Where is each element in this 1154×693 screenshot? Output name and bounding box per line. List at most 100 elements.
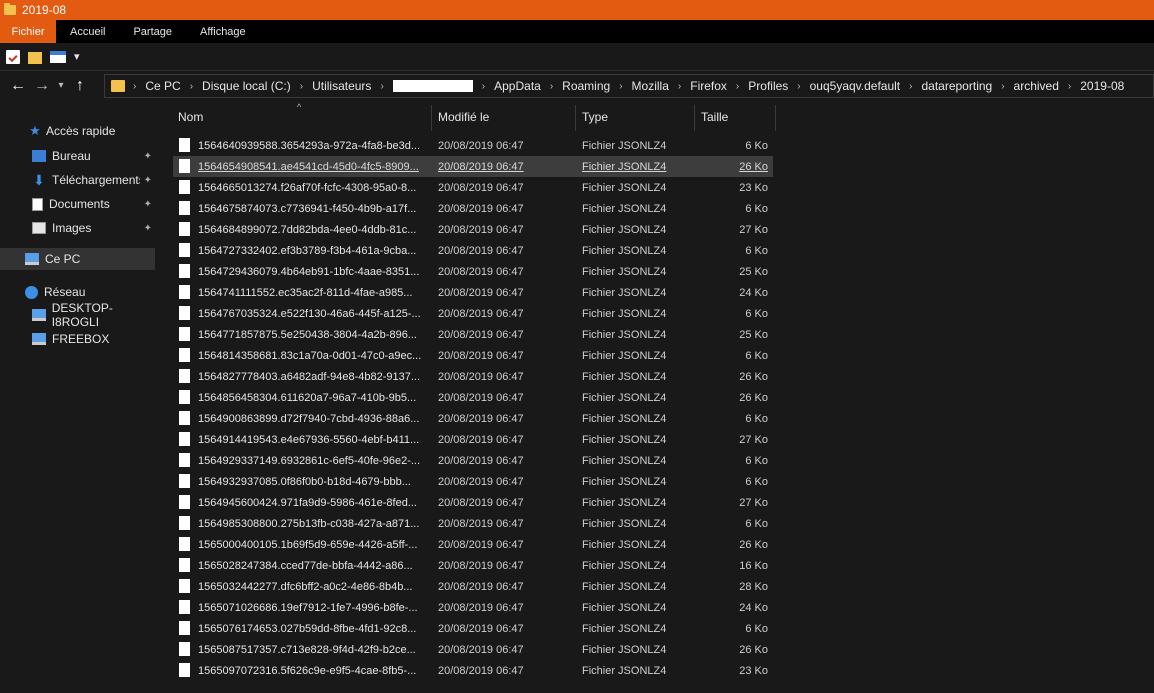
file-list-pane: ^ Nom Modifié le Type Taille 15646409395… <box>158 100 1154 693</box>
file-row[interactable]: 1564945600424.971fa9d9-5986-461e-8fed...… <box>173 492 773 513</box>
file-row[interactable]: 1564914419543.e4e67936-5560-4ebf-b411...… <box>173 429 773 450</box>
nav-quick-access[interactable]: ★ Accès rapide <box>0 120 158 142</box>
breadcrumb-mozilla[interactable]: Mozilla <box>632 79 669 93</box>
nav-bureau[interactable]: Bureau ✦ <box>0 145 158 167</box>
network-icon <box>25 285 38 299</box>
file-row[interactable]: 1564814358681.83c1a70a-0d01-47c0-a9ec...… <box>173 345 773 366</box>
nav-documents[interactable]: Documents ✦ <box>0 193 158 215</box>
file-type: Fichier JSONLZ4 <box>582 349 667 362</box>
file-modified-date: 20/08/2019 06:47 <box>438 370 524 383</box>
file-row[interactable]: 1564932937085.0f86f0b0-b18d-4679-bbb... 2… <box>173 471 773 492</box>
tab-affichage[interactable]: Affichage <box>186 20 260 43</box>
file-size: 6 Ko <box>745 139 768 152</box>
file-row[interactable]: 1565071026686.19ef7912-1fe7-4996-b8fe-..… <box>173 597 773 618</box>
breadcrumb-2019-08[interactable]: 2019-08 <box>1080 79 1124 93</box>
breadcrumb-firefox[interactable]: Firefox <box>690 79 727 93</box>
chevron-right-icon[interactable]: › <box>736 81 739 92</box>
file-row[interactable]: 1565028247384.cced77de-bbfa-4442-a86... 2… <box>173 555 773 576</box>
file-row[interactable]: 1564741111552.ec35ac2f-811d-4fae-a985...… <box>173 282 773 303</box>
file-row[interactable]: 1564929337149.6932861c-6ef5-40fe-96e2-..… <box>173 450 773 471</box>
file-row[interactable]: 1564640939588.3654293a-972a-4fa8-be3d...… <box>173 135 773 156</box>
chevron-right-icon[interactable]: › <box>909 81 912 92</box>
column-header-modified[interactable]: Modifié le <box>433 105 576 131</box>
file-size: 26 Ko <box>739 643 768 656</box>
column-header-size[interactable]: Taille <box>696 105 776 131</box>
chevron-right-icon[interactable]: › <box>1068 81 1071 92</box>
breadcrumb-archived[interactable]: archived <box>1014 79 1059 93</box>
new-folder-icon[interactable] <box>28 51 42 64</box>
file-modified-date: 20/08/2019 06:47 <box>438 601 524 614</box>
file-modified-date: 20/08/2019 06:47 <box>438 559 524 572</box>
file-row[interactable]: 1564985308800.275b13fb-c038-427a-a871...… <box>173 513 773 534</box>
breadcrumb-roaming[interactable]: Roaming <box>562 79 610 93</box>
file-name: 1565087517357.c713e828-9f4d-42f9-b2ce... <box>198 643 416 656</box>
file-size: 25 Ko <box>739 265 768 278</box>
nav-label: Ce PC <box>45 252 81 266</box>
file-size: 6 Ko <box>745 475 768 488</box>
file-row[interactable]: 1564675874073.c7736941-f450-4b9b-a17f...… <box>173 198 773 219</box>
recent-locations-chevron-icon[interactable]: ▾ <box>54 72 68 100</box>
breadcrumb-appdata[interactable]: AppData <box>494 79 541 93</box>
file-type: Fichier JSONLZ4 <box>582 664 667 677</box>
tab-partage[interactable]: Partage <box>119 20 186 43</box>
file-row[interactable]: 1564684899072.7dd82bda-4ee0-4ddb-81c... 2… <box>173 219 773 240</box>
tab-fichier[interactable]: Fichier <box>0 20 56 43</box>
nav-label: Documents <box>49 197 110 211</box>
file-row[interactable]: 1565032442277.dfc6bff2-a0c2-4e86-8b4b...… <box>173 576 773 597</box>
chevron-right-icon[interactable]: › <box>619 81 622 92</box>
breadcrumb-datareporting[interactable]: datareporting <box>921 79 992 93</box>
breadcrumb-profile[interactable]: ouq5yaqv.default <box>810 79 901 93</box>
nav-images[interactable]: Images ✦ <box>0 217 158 239</box>
chevron-right-icon[interactable]: › <box>190 81 193 92</box>
chevron-right-icon[interactable]: › <box>133 81 136 92</box>
file-row[interactable]: 1564729436079.4b64eb91-1bfc-4aae-8351...… <box>173 261 773 282</box>
breadcrumb-disque-local[interactable]: Disque local (C:) <box>202 79 291 93</box>
nav-ce-pc[interactable]: Ce PC <box>0 248 155 270</box>
file-row[interactable]: 1565000400105.1b69f5d9-659e-4426-a5ff-..… <box>173 534 773 555</box>
file-size: 26 Ko <box>739 370 768 383</box>
file-name: 1564827778403.a6482adf-94e8-4b82-9137... <box>198 370 421 383</box>
file-size: 6 Ko <box>745 517 768 530</box>
column-header-type[interactable]: Type <box>577 105 695 131</box>
chevron-right-icon[interactable]: › <box>482 81 485 92</box>
up-arrow-icon[interactable]: ↑ <box>68 72 92 100</box>
nav-freebox[interactable]: FREEBOX <box>0 328 158 350</box>
file-name: 1564665013274.f26af70f-fcfc-4308-95a0-8.… <box>198 181 417 194</box>
file-row[interactable]: 1565087517357.c713e828-9f4d-42f9-b2ce...… <box>173 639 773 660</box>
file-size: 6 Ko <box>745 622 768 635</box>
chevron-right-icon[interactable]: › <box>300 81 303 92</box>
chevron-right-icon[interactable]: › <box>380 81 383 92</box>
chevron-right-icon[interactable]: › <box>1001 81 1004 92</box>
back-arrow-icon[interactable]: ← <box>6 72 30 100</box>
breadcrumb-utilisateurs[interactable]: Utilisateurs <box>312 79 371 93</box>
file-row[interactable]: 1564771857875.5e250438-3804-4a2b-896... 2… <box>173 324 773 345</box>
chevron-right-icon[interactable]: › <box>797 81 800 92</box>
forward-arrow-icon[interactable]: → <box>30 72 54 100</box>
tab-accueil[interactable]: Accueil <box>56 20 119 43</box>
column-header-name[interactable]: Nom <box>173 105 432 131</box>
chevron-right-icon[interactable]: › <box>678 81 681 92</box>
nav-telechargements[interactable]: ⬇ Téléchargements ✦ <box>0 169 158 191</box>
file-row[interactable]: 1564767035324.e522f130-46a6-445f-a125-..… <box>173 303 773 324</box>
file-row[interactable]: 1565097072316.5f626c9e-e9f5-4cae-8fb5-..… <box>173 660 773 681</box>
file-icon <box>179 600 190 614</box>
file-modified-date: 20/08/2019 06:47 <box>438 265 524 278</box>
nav-desktop-computer[interactable]: DESKTOP-I8ROGLI <box>0 301 158 329</box>
file-row[interactable]: 1564665013274.f26af70f-fcfc-4308-95a0-8.… <box>173 177 773 198</box>
file-row[interactable]: 1564654908541.ae4541cd-45d0-4fc5-8909...… <box>173 156 773 177</box>
customize-toolbar-dropdown[interactable]: ▾ <box>74 50 80 63</box>
file-row[interactable]: 1565076174653.027b59dd-8fbe-4fd1-92c8...… <box>173 618 773 639</box>
address-bar[interactable]: › Ce PC › Disque local (C:) › Utilisateu… <box>104 74 1154 98</box>
file-row[interactable]: 1564900863899.d72f7940-7cbd-4936-88a6...… <box>173 408 773 429</box>
file-row[interactable]: 1564827778403.a6482adf-94e8-4b82-9137...… <box>173 366 773 387</box>
file-modified-date: 20/08/2019 06:47 <box>438 349 524 362</box>
breadcrumb-profiles[interactable]: Profiles <box>748 79 788 93</box>
breadcrumb-ce-pc[interactable]: Ce PC <box>145 79 180 93</box>
file-row[interactable]: 1564727332402.ef3b3789-f3b4-461a-9cba...… <box>173 240 773 261</box>
window-icon[interactable] <box>50 50 66 63</box>
navigation-pane: ★ Accès rapide Bureau ✦ ⬇ Téléchargement… <box>0 100 158 693</box>
properties-icon[interactable] <box>6 49 20 64</box>
nav-reseau[interactable]: Réseau <box>0 281 158 303</box>
chevron-right-icon[interactable]: › <box>550 81 553 92</box>
file-row[interactable]: 1564856458304.611620a7-96a7-410b-9b5... 2… <box>173 387 773 408</box>
